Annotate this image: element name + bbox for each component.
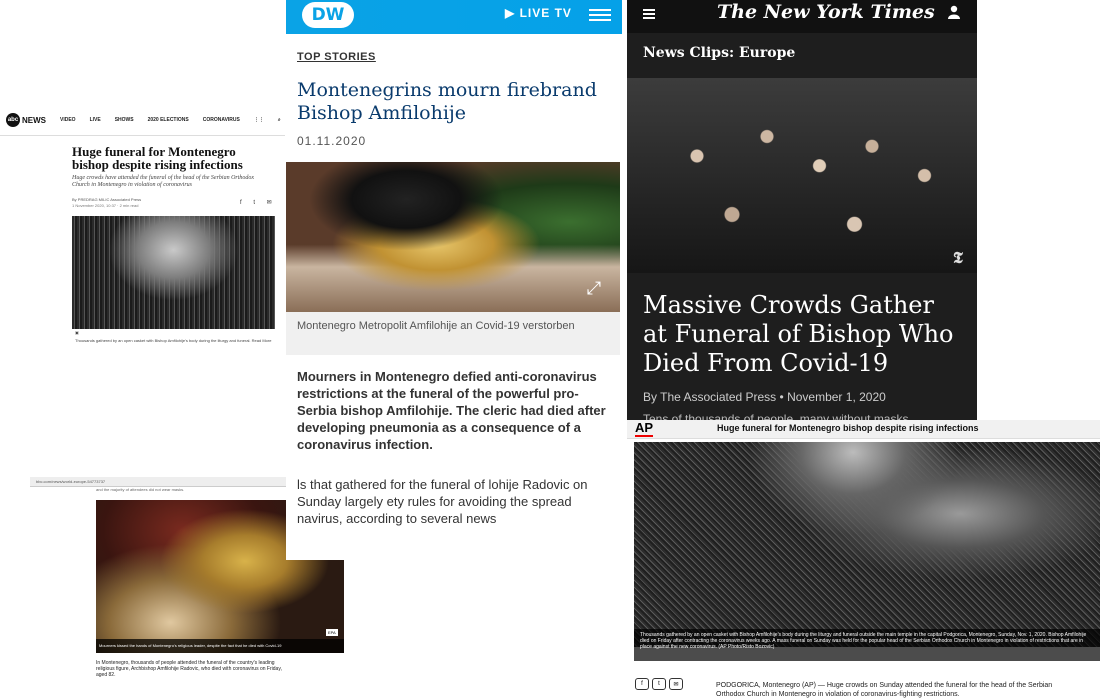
nyt-section-title[interactable]: News Clips: Europe — [643, 45, 795, 61]
ap-header-bar: AP Huge funeral for Montenegro bishop de… — [627, 420, 1100, 439]
hamburger-menu-icon[interactable] — [643, 7, 655, 21]
dw-casket-photo — [286, 162, 620, 312]
abc-nav-video[interactable]: VIDEO — [60, 117, 76, 123]
dw-section-label[interactable]: TOP STORIES — [297, 51, 376, 63]
dw-logo[interactable]: DW — [302, 2, 354, 28]
abc-subheadline: Huge crowds have attended the funeral of… — [72, 175, 255, 188]
dw-lead-text: Mourners in Montenegro defied anti-coron… — [297, 369, 606, 452]
nyt-date: November 1, 2020 — [787, 390, 886, 404]
ap-photo-caption: Thousands gathered by an open casket wit… — [634, 629, 1100, 661]
camera-icon: ▣ — [75, 330, 79, 335]
bbc-photo-credit: EPA — [326, 629, 338, 636]
facebook-icon[interactable]: f — [635, 678, 649, 690]
abc-byline: By PREDRAG MILIC Associated Press — [72, 197, 142, 202]
abc-date: 1 November 2020, 10:37 · 2 min read — [72, 203, 139, 208]
twitter-icon[interactable]: t — [652, 678, 666, 690]
abc-nav-coronavirus[interactable]: CORONAVIRUS — [203, 117, 240, 123]
nyt-masthead[interactable]: The New York Times — [717, 1, 935, 23]
bbc-photo-caption: Mourners kissed the hands of Montenegro'… — [96, 639, 344, 653]
abc-logo-text: NEWS — [22, 115, 46, 125]
hamburger-menu-icon[interactable] — [589, 6, 611, 24]
abc-logo[interactable]: abc — [6, 113, 20, 127]
abc-news-panel: abc NEWS VIDEO LIVE SHOWS 2020 ELECTIONS… — [0, 105, 285, 350]
abc-nav-live[interactable]: LIVE — [90, 117, 101, 123]
nyt-panel: The New York Times News Clips: Europe 𝕿 … — [627, 0, 977, 426]
email-icon[interactable]: ✉ — [669, 678, 683, 690]
expand-icon[interactable]: ⤢ — [578, 272, 610, 304]
dw-date: 01.11.2020 — [297, 134, 367, 148]
nyt-byline: By The Associated Press • November 1, 20… — [643, 390, 886, 404]
bullet-separator: • — [779, 390, 788, 404]
abc-crowd-photo — [72, 216, 275, 329]
nyt-headline: Massive Crowds Gather at Funeral of Bish… — [643, 291, 954, 377]
dw-photo-caption: Montenegro Metropolit Amfilohije an Covi… — [286, 312, 620, 355]
ap-body-text: PODGORICA, Montenegro (AP) — Huge crowds… — [716, 682, 1053, 698]
ap-crowd-photo — [634, 442, 1100, 647]
abc-nav-shows[interactable]: SHOWS — [115, 117, 134, 123]
nyt-header-bar: The New York Times — [627, 0, 977, 33]
ap-share-icons: f t ✉ — [635, 678, 683, 690]
nyt-crowd-photo — [627, 78, 977, 273]
abc-photo-caption: Thousands gathered by an open casket wit… — [75, 338, 272, 343]
bbc-previous-text: and the majority of attendees did not we… — [96, 487, 185, 492]
ap-panel: AP Huge funeral for Montenegro bishop de… — [627, 420, 1100, 699]
ap-logo[interactable]: AP — [635, 421, 654, 437]
abc-nav-elections[interactable]: 2020 ELECTIONS — [148, 117, 189, 123]
dw-body-text: ls that gathered for the funeral of lohi… — [297, 477, 588, 526]
ap-header-title: Huge funeral for Montenegro bishop despi… — [717, 423, 979, 433]
bbc-body-text: In Montenegro, thousands of people atten… — [96, 660, 282, 678]
dw-panel: DW ▶ LIVE TV TOP STORIES Montenegrins mo… — [286, 0, 622, 560]
dw-headline: Montenegrins mourn firebrand Bishop Amfi… — [297, 79, 597, 124]
search-icon[interactable]: ⌕ — [278, 117, 281, 123]
user-account-icon[interactable] — [948, 5, 960, 19]
abc-headline: Huge funeral for Montenegro bishop despi… — [72, 144, 243, 172]
nyt-author: By The Associated Press — [643, 390, 777, 404]
abc-share-icons[interactable]: f t ✉ — [240, 199, 277, 206]
abc-nav-bar: abc NEWS VIDEO LIVE SHOWS 2020 ELECTIONS… — [0, 105, 285, 136]
dw-header-bar: DW ▶ LIVE TV — [286, 0, 622, 34]
grid-menu-icon[interactable]: ⋮⋮ — [254, 117, 264, 123]
live-tv-button[interactable]: ▶ LIVE TV — [505, 6, 572, 20]
nyt-t-logo-icon: 𝕿 — [953, 248, 963, 267]
